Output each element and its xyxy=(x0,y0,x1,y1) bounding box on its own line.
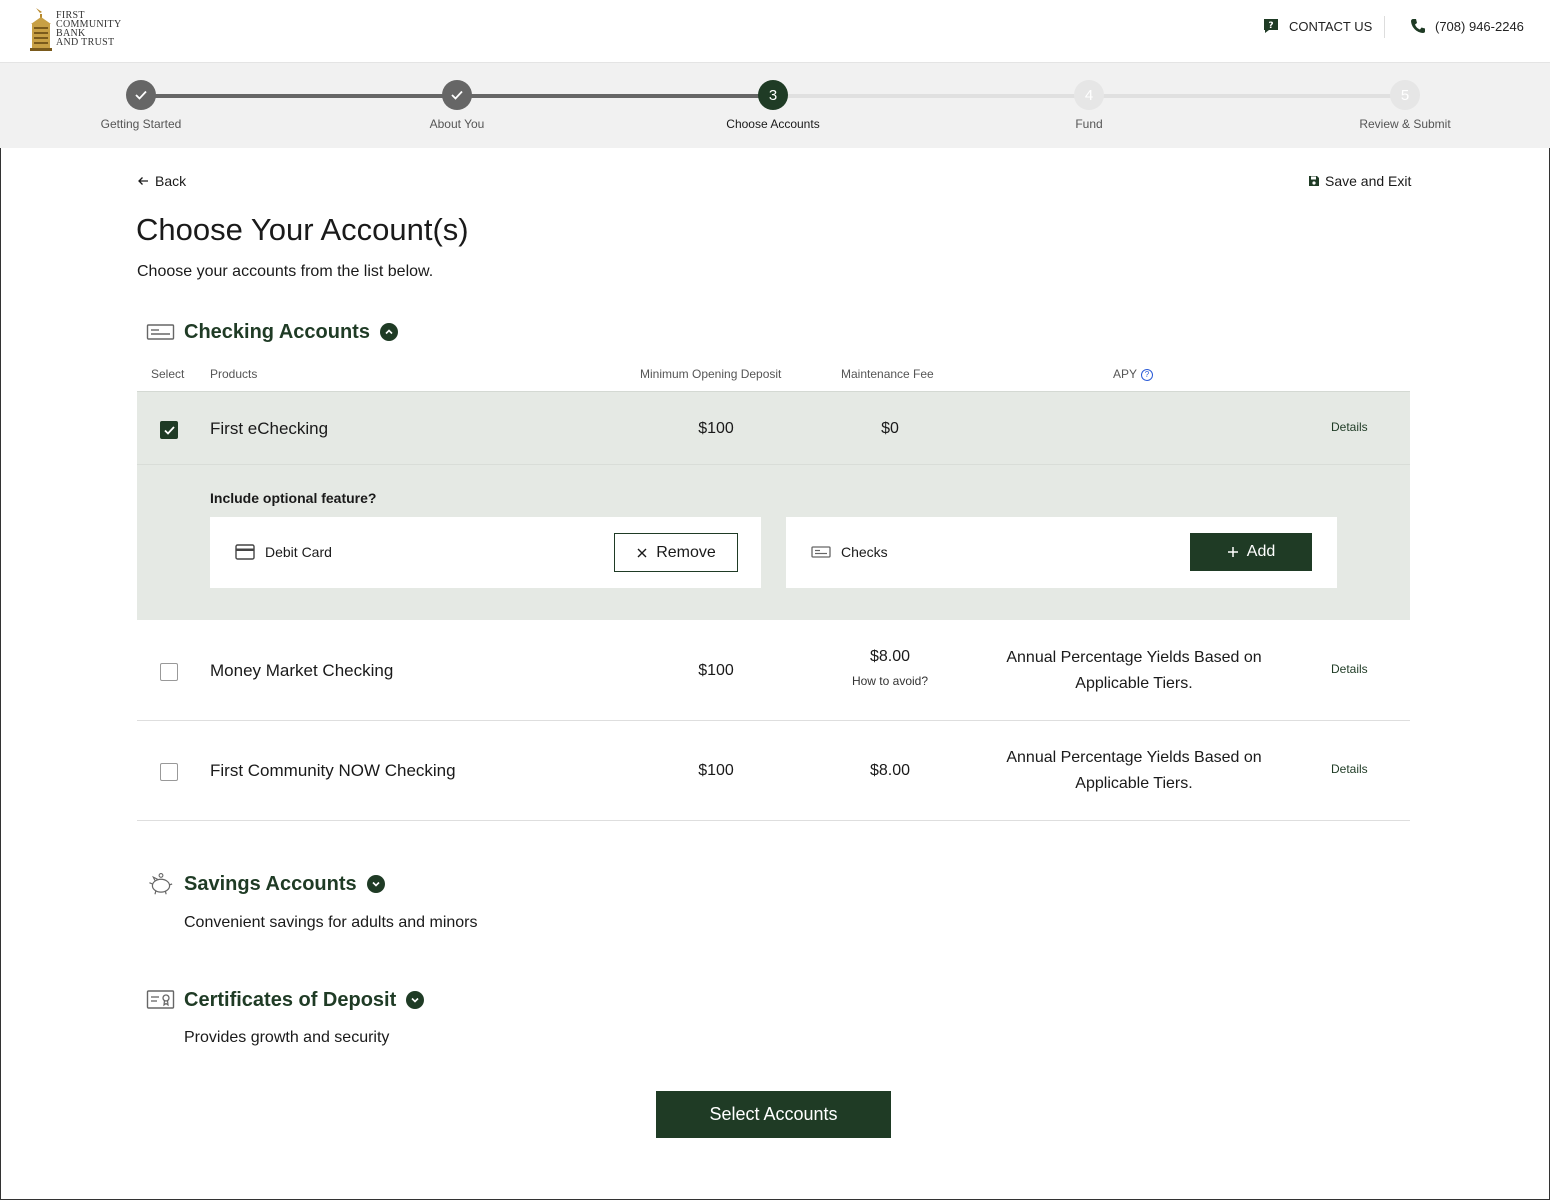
chevron-down-icon[interactable] xyxy=(366,875,385,893)
phone-number: (708) 946-2246 xyxy=(1435,18,1524,34)
svg-text:?: ? xyxy=(1268,21,1273,31)
optional-feature-label: Include optional feature? xyxy=(210,490,377,506)
check-icon xyxy=(163,425,175,435)
contact-us-label: CONTACT US xyxy=(1289,18,1373,34)
checking-account-icon xyxy=(146,324,175,340)
contact-us-link[interactable]: ? CONTACT US xyxy=(1263,18,1372,34)
back-link[interactable]: Back xyxy=(137,173,186,189)
step-label: About You xyxy=(429,117,485,131)
logo-text: FIRST COMMUNITY BANK AND TRUST xyxy=(56,11,121,48)
column-header-select: Select xyxy=(151,367,185,381)
column-header-maintenance-fee: Maintenance Fee xyxy=(841,367,934,381)
add-checks-button[interactable]: Add xyxy=(1190,533,1312,571)
min-deposit-value: $100 xyxy=(698,662,734,679)
step-3-choose-accounts: 3 xyxy=(758,80,788,110)
chevron-down-icon[interactable] xyxy=(406,991,425,1009)
step-label: Review & Submit xyxy=(1359,117,1451,131)
close-icon xyxy=(637,548,647,557)
step-4-fund: 4 xyxy=(1074,80,1104,110)
step-number: 3 xyxy=(768,86,778,104)
column-header-products: Products xyxy=(210,367,258,381)
feature-name: Debit Card xyxy=(265,544,332,560)
select-checkbox-first-echecking[interactable] xyxy=(160,421,178,439)
help-chat-icon: ? xyxy=(1264,19,1278,33)
checkbook-icon xyxy=(811,546,831,558)
progress-stepper: 3 4 5 Getting Started About You Choose A… xyxy=(0,63,1550,148)
how-to-avoid-link[interactable]: How to avoid? xyxy=(830,674,950,688)
details-link[interactable]: Details xyxy=(1331,420,1368,434)
debit-card-option: Debit Card Remove xyxy=(210,517,761,588)
maintenance-fee-value: $8.00 xyxy=(869,648,911,665)
back-label: Back xyxy=(155,173,187,189)
section-description: Convenient savings for adults and minors xyxy=(184,914,478,931)
page-title: Choose Your Account(s) xyxy=(136,212,469,247)
product-name: First eChecking xyxy=(210,419,329,438)
checks-option: Checks Add xyxy=(786,517,1337,588)
step-number: 5 xyxy=(1400,86,1410,104)
certificates-of-deposit-header[interactable]: Certificates of Deposit xyxy=(146,988,425,1012)
column-header-min-deposit: Minimum Opening Deposit xyxy=(640,367,782,381)
credit-card-icon xyxy=(235,544,255,560)
section-title: Certificates of Deposit xyxy=(184,988,397,1011)
top-bar: FIRST COMMUNITY BANK AND TRUST ? CONTACT… xyxy=(0,0,1550,63)
row-divider xyxy=(137,391,1410,392)
step-1-getting-started[interactable] xyxy=(126,80,156,110)
row-divider xyxy=(137,720,1410,721)
apy-value: Annual Percentage Yields Based on Applic… xyxy=(1006,749,1262,792)
product-name: Money Market Checking xyxy=(210,661,394,680)
chevron-up-icon[interactable] xyxy=(379,323,398,341)
maintenance-fee-value: $8.00 xyxy=(869,762,911,779)
select-accounts-label: Select Accounts xyxy=(709,1104,838,1124)
arrow-left-icon xyxy=(138,177,148,185)
piggy-bank-icon xyxy=(149,872,173,895)
row-divider xyxy=(137,820,1410,821)
select-accounts-button[interactable]: Select Accounts xyxy=(656,1091,891,1138)
add-label: Add xyxy=(1246,543,1276,560)
checking-accounts-header[interactable]: Checking Accounts xyxy=(146,320,398,344)
apy-label: APY xyxy=(1113,367,1138,381)
phone-link[interactable]: (708) 946-2246 xyxy=(1410,18,1524,34)
step-5-review-submit: 5 xyxy=(1390,80,1420,110)
check-icon xyxy=(135,90,147,100)
details-link[interactable]: Details xyxy=(1331,762,1368,776)
select-checkbox-money-market-checking[interactable] xyxy=(160,663,178,681)
row-divider xyxy=(137,464,1410,465)
min-deposit-value: $100 xyxy=(698,420,734,437)
column-header-apy: APY? xyxy=(1113,367,1154,381)
save-and-exit-link[interactable]: Save and Exit xyxy=(1308,173,1411,189)
step-label: Fund xyxy=(1075,117,1103,131)
save-and-exit-label: Save and Exit xyxy=(1325,173,1412,189)
page-subtitle: Choose your accounts from the list below… xyxy=(137,263,434,280)
feature-name: Checks xyxy=(841,544,888,560)
product-name: First Community NOW Checking xyxy=(210,761,456,780)
step-label: Getting Started xyxy=(100,117,182,131)
remove-debit-card-button[interactable]: Remove xyxy=(614,533,738,572)
apy-value: Annual Percentage Yields Based on Applic… xyxy=(1006,649,1262,692)
header-divider xyxy=(1384,16,1385,38)
step-label: Choose Accounts xyxy=(726,117,820,131)
remove-label: Remove xyxy=(656,543,716,561)
min-deposit-value: $100 xyxy=(698,762,734,779)
section-description: Provides growth and security xyxy=(184,1029,390,1046)
savings-accounts-header[interactable]: Savings Accounts xyxy=(146,872,385,896)
details-link[interactable]: Details xyxy=(1331,662,1368,676)
section-title: Checking Accounts xyxy=(184,320,370,343)
check-icon xyxy=(451,90,463,100)
plus-icon xyxy=(1227,547,1238,557)
step-2-about-you[interactable] xyxy=(442,80,472,110)
logo-line-4: AND TRUST xyxy=(56,37,115,48)
info-icon[interactable]: ? xyxy=(1141,368,1154,381)
select-checkbox-first-community-now-checking[interactable] xyxy=(160,763,178,781)
step-number: 4 xyxy=(1084,86,1094,104)
maintenance-fee-value: $0 xyxy=(881,420,899,437)
save-icon xyxy=(1309,176,1319,186)
phone-icon xyxy=(1411,19,1425,33)
certificate-icon xyxy=(146,990,175,1009)
section-title: Savings Accounts xyxy=(184,872,357,895)
